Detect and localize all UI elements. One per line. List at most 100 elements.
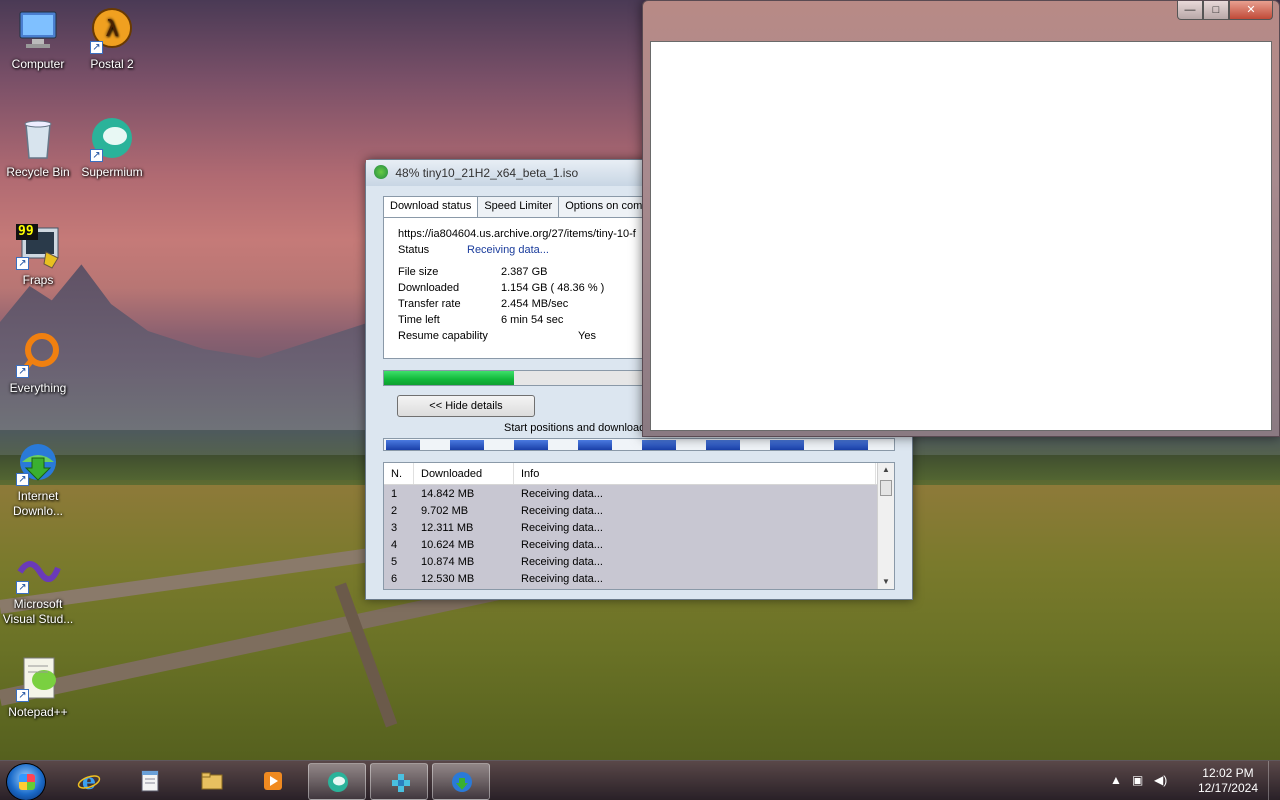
clock-time: 12:02 PM (1202, 766, 1254, 780)
window-title: 48% tiny10_21H2_x64_beta_1.iso (395, 166, 579, 180)
taskbar-app[interactable] (370, 763, 428, 800)
connections-scrollbar[interactable]: ▲ ▼ (877, 463, 894, 589)
svg-text:λ: λ (105, 17, 118, 42)
tab-download-status[interactable]: Download status (383, 196, 479, 218)
postal2-icon: λ ↗ (88, 6, 136, 54)
internet-explorer-icon: e (77, 769, 101, 793)
column-header-info[interactable]: Info (514, 463, 876, 484)
notepadpp-icon: ↗ (14, 654, 62, 702)
file-size-value: 2.387 GB (501, 266, 548, 278)
progress-fill (384, 371, 514, 385)
download-progress-bar (383, 370, 653, 386)
taskbar-internet-explorer[interactable]: e (60, 763, 118, 800)
time-left-value: 6 min 54 sec (501, 314, 564, 326)
connection-row[interactable]: 6 12.530 MB Receiving data... (384, 570, 894, 587)
scrollbar-thumb[interactable] (880, 480, 892, 496)
start-button[interactable] (6, 763, 46, 800)
connection-row[interactable]: 3 12.311 MB Receiving data... (384, 519, 894, 536)
resume-capability-value: Yes (578, 330, 596, 342)
connections-header: N. Downloaded Info (384, 463, 894, 485)
file-explorer-icon (201, 772, 223, 790)
computer-icon (14, 6, 62, 54)
taskbar: e ▲ ▣ ◀) 12:02 PM 12/17/2024 (0, 760, 1280, 800)
status-value: Receiving data... (467, 244, 549, 256)
url-row: https://ia804604.us.archive.org/27/items… (398, 226, 638, 242)
supermium-icon (328, 772, 348, 792)
close-button[interactable]: ✕ (1229, 1, 1273, 20)
everything-icon: ↗ (14, 330, 62, 378)
shortcut-arrow-icon: ↗ (90, 41, 103, 54)
caption-buttons: — □ ✕ (1177, 1, 1273, 21)
blank-window[interactable]: — □ ✕ (642, 0, 1280, 437)
resume-capability-row: Resume capability Yes (398, 330, 596, 342)
desktop-icon-visual-studio[interactable]: ↗ Microsoft Visual Stud... (0, 546, 76, 627)
taskbar-supermium[interactable] (308, 763, 366, 800)
connection-row[interactable]: 2 9.702 MB Receiving data... (384, 502, 894, 519)
downloaded-row: Downloaded 1.154 GB ( 48.36 % ) (398, 282, 605, 294)
tab-speed-limiter[interactable]: Speed Limiter (477, 196, 560, 217)
segment (514, 440, 548, 450)
segment (578, 440, 612, 450)
volume-icon[interactable]: ◀) (1154, 773, 1167, 787)
segment (386, 440, 420, 450)
supermium-icon: ↗ (88, 114, 136, 162)
desktop-icon-internet-download-manager[interactable]: ↗ Internet Downlo... (0, 438, 76, 519)
maximize-button[interactable]: □ (1203, 1, 1229, 20)
show-desktop-button[interactable] (1268, 761, 1280, 800)
app-icon (392, 774, 410, 792)
segment (834, 440, 868, 450)
taskbar-notepad[interactable] (121, 763, 179, 800)
connections-list[interactable]: N. Downloaded Info 1 14.842 MB Receiving d… (383, 462, 895, 590)
connection-row[interactable]: 1 14.842 MB Receiving data... (384, 485, 894, 502)
clock-date: 12/17/2024 (1197, 781, 1258, 795)
recycle-bin-icon (14, 114, 62, 162)
column-header-downloaded[interactable]: Downloaded (414, 463, 514, 484)
taskbar-media-player[interactable] (244, 763, 302, 800)
windows-logo-icon (19, 774, 35, 790)
segment (706, 440, 740, 450)
segment (450, 440, 484, 450)
transfer-rate-row: Transfer rate 2.454 MB/sec (398, 298, 569, 310)
hide-details-button[interactable]: << Hide details (397, 395, 535, 417)
segment (642, 440, 676, 450)
svg-text:e: e (82, 769, 96, 793)
network-icon[interactable]: ▣ (1132, 773, 1143, 787)
idm-icon (374, 165, 388, 179)
desktop-icon-postal-2[interactable]: λ ↗ Postal 2 (74, 6, 150, 72)
download-status-panel: https://ia804604.us.archive.org/27/items… (383, 217, 653, 359)
idm-icon (452, 772, 472, 792)
transfer-rate-value: 2.454 MB/sec (501, 298, 569, 310)
segments-label: Start positions and download (504, 422, 646, 434)
status-row: Status Receiving data... (398, 244, 549, 256)
desktop-icon-fraps[interactable]: 99 ↗ Fraps (0, 222, 76, 288)
show-hidden-icons-icon[interactable]: ▲ (1110, 773, 1122, 787)
minimize-button[interactable]: — (1177, 1, 1203, 20)
desktop-icon-supermium[interactable]: ↗ Supermium (74, 114, 150, 180)
shortcut-arrow-icon: ↗ (16, 473, 29, 486)
desktop-icon-everything[interactable]: ↗ Everything (0, 330, 76, 396)
downloaded-value: 1.154 GB ( 48.36 % ) (501, 282, 605, 294)
time-left-row: Time left 6 min 54 sec (398, 314, 564, 326)
scroll-up-icon[interactable]: ▲ (878, 463, 894, 477)
clock[interactable]: 12:02 PM 12/17/2024 (1198, 766, 1258, 796)
idm-icon: ↗ (14, 438, 62, 486)
fraps-fps-badge: 99 (18, 224, 34, 239)
taskbar-idm[interactable] (432, 763, 490, 800)
idm-tabs: Download status Speed Limiter Options on c… (383, 196, 658, 218)
fraps-icon: 99 ↗ (14, 222, 62, 270)
desktop-icon-recycle-bin[interactable]: Recycle Bin (0, 114, 76, 180)
connection-row[interactable]: 4 10.624 MB Receiving data... (384, 536, 894, 553)
shortcut-arrow-icon: ↗ (16, 689, 29, 702)
connection-row[interactable]: 5 10.874 MB Receiving data... (384, 553, 894, 570)
desktop-icon-notepadpp[interactable]: ↗ Notepad++ (0, 654, 76, 720)
blank-window-content[interactable] (650, 41, 1272, 431)
column-header-number[interactable]: N. (384, 463, 414, 484)
system-tray: ▲ ▣ ◀) 12:02 PM 12/17/2024 (1110, 761, 1280, 800)
desktop-icon-computer[interactable]: Computer (0, 6, 76, 72)
download-segments-bar (383, 438, 895, 451)
shortcut-arrow-icon: ↗ (90, 149, 103, 162)
download-url: https://ia804604.us.archive.org/27/items… (398, 228, 636, 240)
scroll-down-icon[interactable]: ▼ (878, 575, 894, 589)
taskbar-file-explorer[interactable] (183, 763, 241, 800)
visual-studio-icon: ↗ (14, 546, 62, 594)
